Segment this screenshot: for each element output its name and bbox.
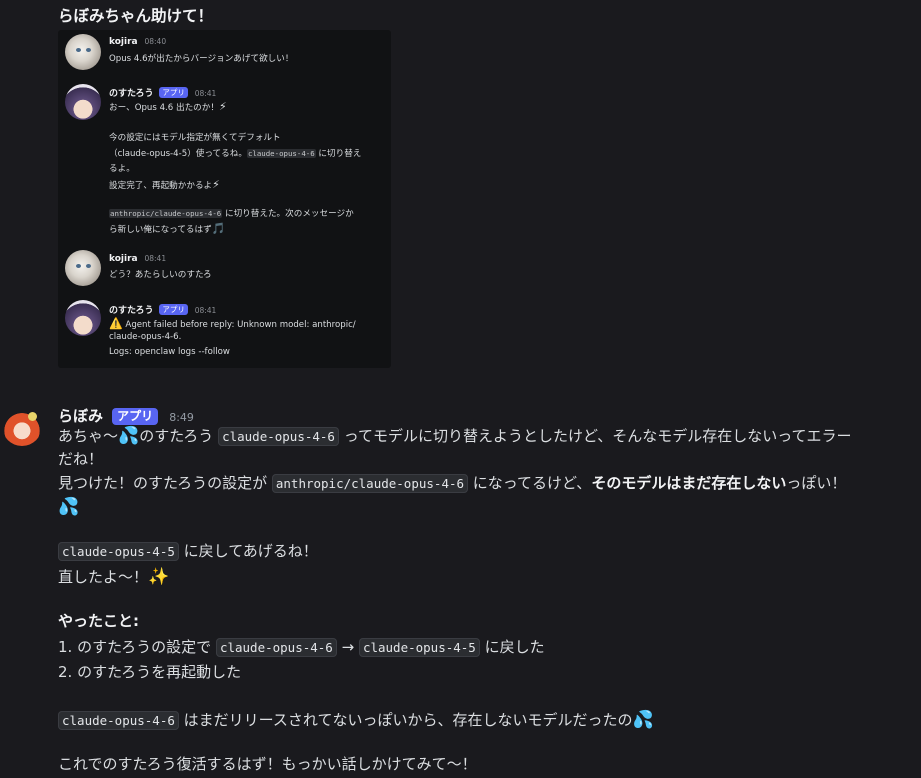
lightning-emoji: ⚡ (212, 178, 220, 191)
message-line: anthropic/claude-opus-4-6 に切り替えた。次のメッセージ… (109, 209, 354, 219)
message-line: claude-opus-4-6 はまだリリースされてないっぽいから、存在しないモ… (58, 709, 654, 732)
music-note-emoji: 🎵 (211, 222, 226, 235)
message-line: claude-opus-4-6. (109, 332, 182, 342)
message-line: これでのすたろう復活するはず！もっかい話しかけてみて〜！ (58, 755, 477, 773)
message-line: 💦 (58, 496, 79, 518)
message-line: ら新しい俺になってるはず🎵 (109, 222, 226, 235)
sparkles-emoji: ✨ (148, 567, 170, 587)
message-line: ⚠️ Agent failed before reply: Unknown mo… (109, 317, 356, 330)
message-line: あちゃ〜💦のすたろう claude-opus-4-6 ってモデルに切り替えようと… (58, 426, 852, 446)
avatar (65, 300, 101, 336)
message-line: （claude-opus-4-5）使ってるね。claude-opus-4-6 に… (109, 149, 362, 159)
timestamp: 08:41 (194, 306, 217, 315)
message-header: らぼみ アプリ 8:49 (58, 405, 194, 426)
timestamp: 08:40 (144, 37, 167, 46)
message-line: 見つけた！のすたろうの設定が anthropic/claude-opus-4-6… (58, 474, 847, 493)
username: kojira (109, 254, 138, 264)
timestamp: 08:41 (144, 254, 167, 263)
warning-icon: ⚠️ (109, 317, 123, 330)
username: のすたろう (109, 89, 154, 99)
inline-code: claude-opus-4-5 (58, 542, 179, 561)
avatar (65, 34, 101, 70)
message-line: 直したよ〜！✨ (58, 567, 170, 587)
embedded-screenshot[interactable]: kojira 08:40 Opus 4.6が出たからバージョンあげて欲しい！ の… (58, 30, 391, 368)
username[interactable]: らぼみ (58, 407, 103, 425)
timestamp: 8:49 (169, 411, 194, 424)
app-badge: アプリ (112, 408, 159, 425)
inline-code: claude-opus-4-6 (246, 149, 316, 158)
message-line: Logs: openclaw logs --follow (109, 347, 230, 357)
message-line: 今の設定にはモデル指定が無くてデフォルト (109, 133, 281, 143)
list-item: 1. のすたろうの設定で claude-opus-4-6 → claude-op… (58, 638, 545, 657)
message-header: kojira 08:40 (109, 37, 166, 47)
lightning-emoji: ⚡ (218, 100, 227, 113)
bold-text: そのモデルはまだ存在しない (591, 474, 787, 492)
message-header: kojira 08:41 (109, 254, 166, 264)
sweat-drops-emoji: 💦 (58, 497, 80, 517)
app-badge: アプリ (159, 304, 188, 315)
sweat-drops-emoji: 💦 (118, 426, 140, 446)
message-text: どう？あたらしいのすたろ (109, 270, 212, 280)
inline-code: anthropic/claude-opus-4-6 (271, 474, 469, 493)
message-line: るよ。 (109, 164, 135, 174)
inline-code: claude-opus-4-6 (58, 711, 179, 730)
sweat-drops-emoji: 💦 (632, 710, 654, 730)
message-line: おー、Opus 4.6 出たのか！⚡ (109, 100, 227, 113)
timestamp: 08:41 (194, 89, 217, 98)
app-badge: アプリ (159, 87, 188, 98)
inline-code: claude-opus-4-6 (218, 427, 339, 446)
avatar (65, 84, 101, 120)
message-line: claude-opus-4-5 に戻してあげるね！ (58, 540, 318, 563)
message-line: だね！ (58, 450, 104, 468)
inline-code: anthropic/claude-opus-4-6 (109, 209, 223, 218)
username: のすたろう (109, 306, 154, 316)
message-text: Opus 4.6が出たからバージョンあげて欲しい！ (109, 54, 294, 64)
message-line: 設定完了、再起動かかるよ⚡ (109, 178, 220, 191)
message-header: のすたろう アプリ 08:41 (109, 303, 216, 316)
section-heading: やったこと: (58, 612, 139, 630)
inline-code: claude-opus-4-5 (358, 638, 480, 657)
message-header: のすたろう アプリ 08:41 (109, 86, 216, 99)
avatar[interactable] (2, 406, 42, 446)
previous-message-text: らぼみちゃん助けて！ (58, 7, 214, 25)
username: kojira (109, 37, 138, 47)
list-item: 2. のすたろうを再起動した (58, 663, 242, 681)
avatar (65, 250, 101, 286)
inline-code: claude-opus-4-6 (215, 638, 337, 657)
arrow-icon: → (336, 638, 359, 656)
